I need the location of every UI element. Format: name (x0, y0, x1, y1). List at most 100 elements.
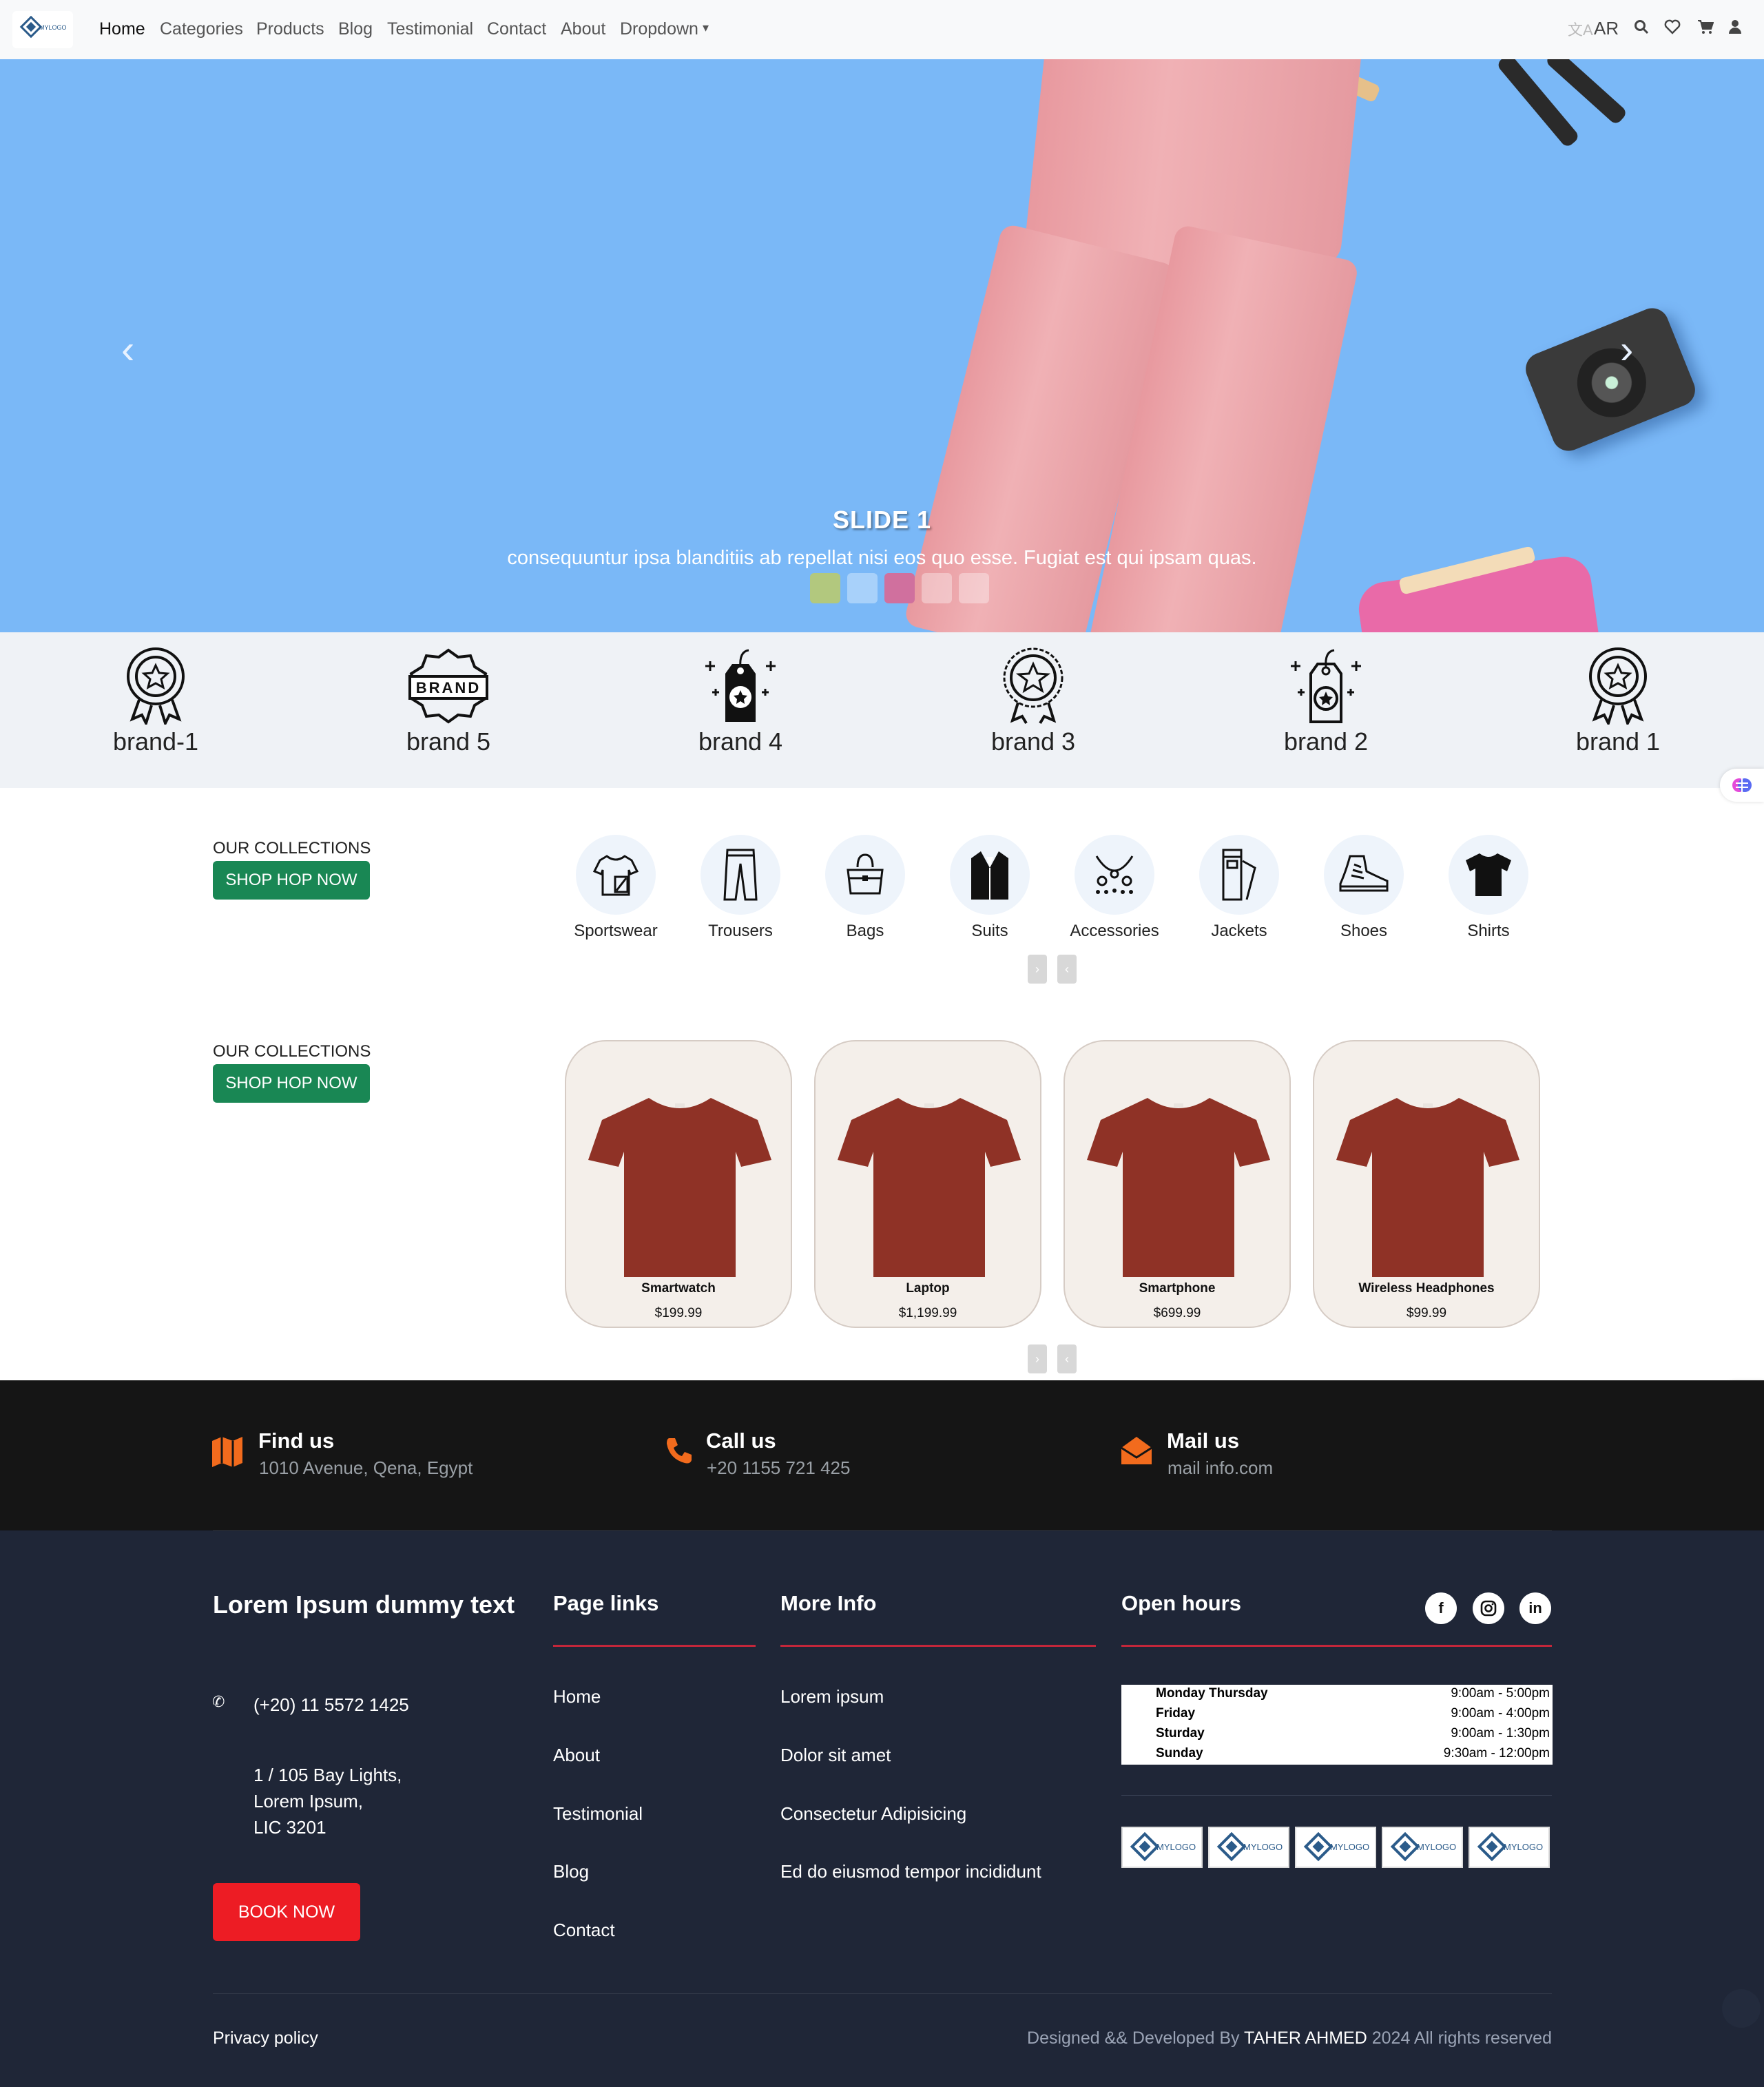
partner-logo[interactable]: MYLOGO (1208, 1827, 1289, 1868)
product-card[interactable]: Wireless Headphones $99.99 (1313, 1040, 1540, 1328)
page-links-underline (553, 1645, 756, 1647)
product-card[interactable]: Smartwatch $199.99 (565, 1040, 792, 1328)
category-accessories[interactable]: Accessories (1059, 835, 1170, 941)
carousel-prev-icon[interactable]: ‹ (121, 326, 134, 373)
award-badge-icon (127, 647, 185, 725)
slider-next-icon[interactable]: › (1028, 1344, 1047, 1373)
hours-row: Monday Thursday 9:00am - 5:00pm (1121, 1686, 1553, 1706)
search-icon[interactable] (1634, 18, 1649, 39)
nav-categories[interactable]: Categories (160, 19, 243, 39)
hours-time: 9:00am - 1:30pm (1451, 1726, 1550, 1741)
linkedin-icon[interactable]: in (1519, 1592, 1551, 1624)
user-icon[interactable] (1729, 18, 1741, 39)
camera-image (1520, 303, 1701, 456)
footer-address-line: 1 / 105 Bay Lights, (253, 1765, 402, 1785)
hero-carousel: ‹ › SLIDE 1 consequuntur ipsa blanditiis… (0, 59, 1764, 632)
category-label: Shoes (1340, 922, 1388, 940)
nav-about[interactable]: About (561, 19, 605, 39)
hours-day: Friday (1156, 1706, 1196, 1721)
jacket-icon (1199, 835, 1279, 915)
tshirt-icon (1449, 835, 1528, 915)
slide-caption: consequuntur ipsa blanditiis ab repellat… (507, 547, 1257, 569)
partner-logo[interactable]: MYLOGO (1121, 1827, 1203, 1868)
category-jackets[interactable]: Jackets (1184, 835, 1294, 941)
slider-prev-icon[interactable]: ‹ (1057, 955, 1077, 984)
footer-link-home[interactable]: Home (553, 1686, 601, 1707)
mail-us-text[interactable]: mail info.com (1168, 1457, 1273, 1479)
more-info-link[interactable]: Dolor sit amet (780, 1745, 891, 1766)
slider-next-icon[interactable]: › (1028, 955, 1047, 984)
footer-about-title: Lorem Ipsum dummy text (213, 1590, 515, 1619)
brand-item[interactable]: brand 3 (964, 647, 1102, 756)
partner-logo[interactable]: MYLOGO (1295, 1827, 1376, 1868)
call-us-text: +20 1155 721 425 (707, 1457, 851, 1478)
award-seal-icon (1003, 647, 1063, 725)
carousel-indicator-5[interactable] (959, 573, 989, 603)
footer-link-testimonial[interactable]: Testimonial (553, 1803, 643, 1825)
footer-link-contact[interactable]: Contact (553, 1920, 615, 1941)
scroll-top-button[interactable] (1722, 1989, 1761, 2028)
more-info-link[interactable]: Lorem ipsum (780, 1686, 884, 1707)
instagram-icon[interactable] (1473, 1592, 1504, 1624)
nav-home[interactable]: Home (99, 19, 145, 39)
phone-icon (667, 1438, 692, 1464)
logo[interactable]: MYLOGO (12, 11, 73, 48)
carousel-next-icon[interactable]: › (1620, 326, 1633, 373)
category-shirts[interactable]: Shirts (1433, 835, 1544, 941)
partner-logo-text: MYLOGO (1156, 1842, 1196, 1852)
brand-item[interactable]: brand 2 (1257, 647, 1395, 756)
nav-testimonial[interactable]: Testimonial (387, 19, 473, 39)
translate-icon[interactable]: 文A (1568, 18, 1593, 40)
language-toggle[interactable]: AR (1594, 18, 1619, 39)
product-card[interactable]: Smartphone $699.99 (1063, 1040, 1291, 1328)
partner-logo-text: MYLOGO (1504, 1842, 1543, 1852)
more-info-link[interactable]: Ed do eiusmod tempor incididunt (780, 1861, 1041, 1882)
phone-icon: ✆ (212, 1693, 225, 1710)
partner-logo[interactable]: MYLOGO (1469, 1827, 1550, 1868)
carousel-indicator-4[interactable] (922, 573, 952, 603)
facebook-icon[interactable]: f (1425, 1592, 1457, 1624)
brand-item[interactable]: BRAND brand 5 (380, 647, 517, 756)
chevron-down-icon[interactable]: ▾ (703, 21, 709, 35)
brain-widget-icon[interactable] (1720, 769, 1764, 802)
category-suits[interactable]: Suits (935, 835, 1045, 941)
brand-label: brand 4 (698, 727, 783, 756)
nav-dropdown[interactable]: Dropdown (620, 19, 698, 39)
brand-item[interactable]: brand 4 (672, 647, 809, 756)
category-shoes[interactable]: Shoes (1309, 835, 1419, 941)
credit-author[interactable]: TAHER AHMED (1244, 2028, 1367, 2048)
map-icon (212, 1437, 242, 1467)
nav-products[interactable]: Products (256, 19, 324, 39)
slider-prev-icon[interactable]: ‹ (1057, 1344, 1077, 1373)
category-trousers[interactable]: Trousers (685, 835, 796, 941)
cart-icon[interactable] (1697, 18, 1714, 39)
carousel-indicator-1[interactable] (810, 573, 840, 603)
book-now-button[interactable]: BOOK NOW (213, 1883, 360, 1941)
carousel-indicator-3[interactable] (884, 573, 915, 603)
more-info-link[interactable]: Consectetur Adipisicing (780, 1803, 966, 1825)
partner-logo[interactable]: MYLOGO (1382, 1827, 1463, 1868)
product-card[interactable]: Laptop $1,199.99 (814, 1040, 1041, 1328)
tshirt-image (838, 1098, 1021, 1277)
brand-item[interactable]: brand 1 (1549, 647, 1687, 756)
carousel-indicator-2[interactable] (847, 573, 878, 603)
footer-link-blog[interactable]: Blog (553, 1861, 589, 1882)
envelope-open-icon (1121, 1437, 1152, 1464)
brand-seal-icon: BRAND (408, 648, 488, 724)
footer-divider (213, 1530, 1552, 1531)
heart-icon[interactable] (1664, 18, 1681, 39)
tshirt-image (1336, 1098, 1519, 1277)
nav-contact[interactable]: Contact (487, 19, 546, 39)
shop-now-button[interactable]: SHOP HOP NOW (213, 1064, 370, 1103)
hours-table: Monday Thursday 9:00am - 5:00pm Friday 9:0… (1121, 1685, 1553, 1765)
shop-now-button[interactable]: SHOP HOP NOW (213, 861, 370, 900)
footer-link-about[interactable]: About (553, 1745, 600, 1766)
privacy-policy-link[interactable]: Privacy policy (213, 2028, 318, 2048)
hours-time: 9:00am - 5:00pm (1451, 1686, 1550, 1701)
nav-blog[interactable]: Blog (338, 19, 373, 39)
collections-heading: OUR COLLECTIONS (213, 839, 371, 858)
category-bags[interactable]: Bags (810, 835, 920, 941)
footer-phone[interactable]: (+20) 11 5572 1425 (253, 1692, 409, 1718)
category-sportswear[interactable]: Sportswear (561, 835, 671, 941)
brand-item[interactable]: brand-1 (87, 647, 225, 756)
